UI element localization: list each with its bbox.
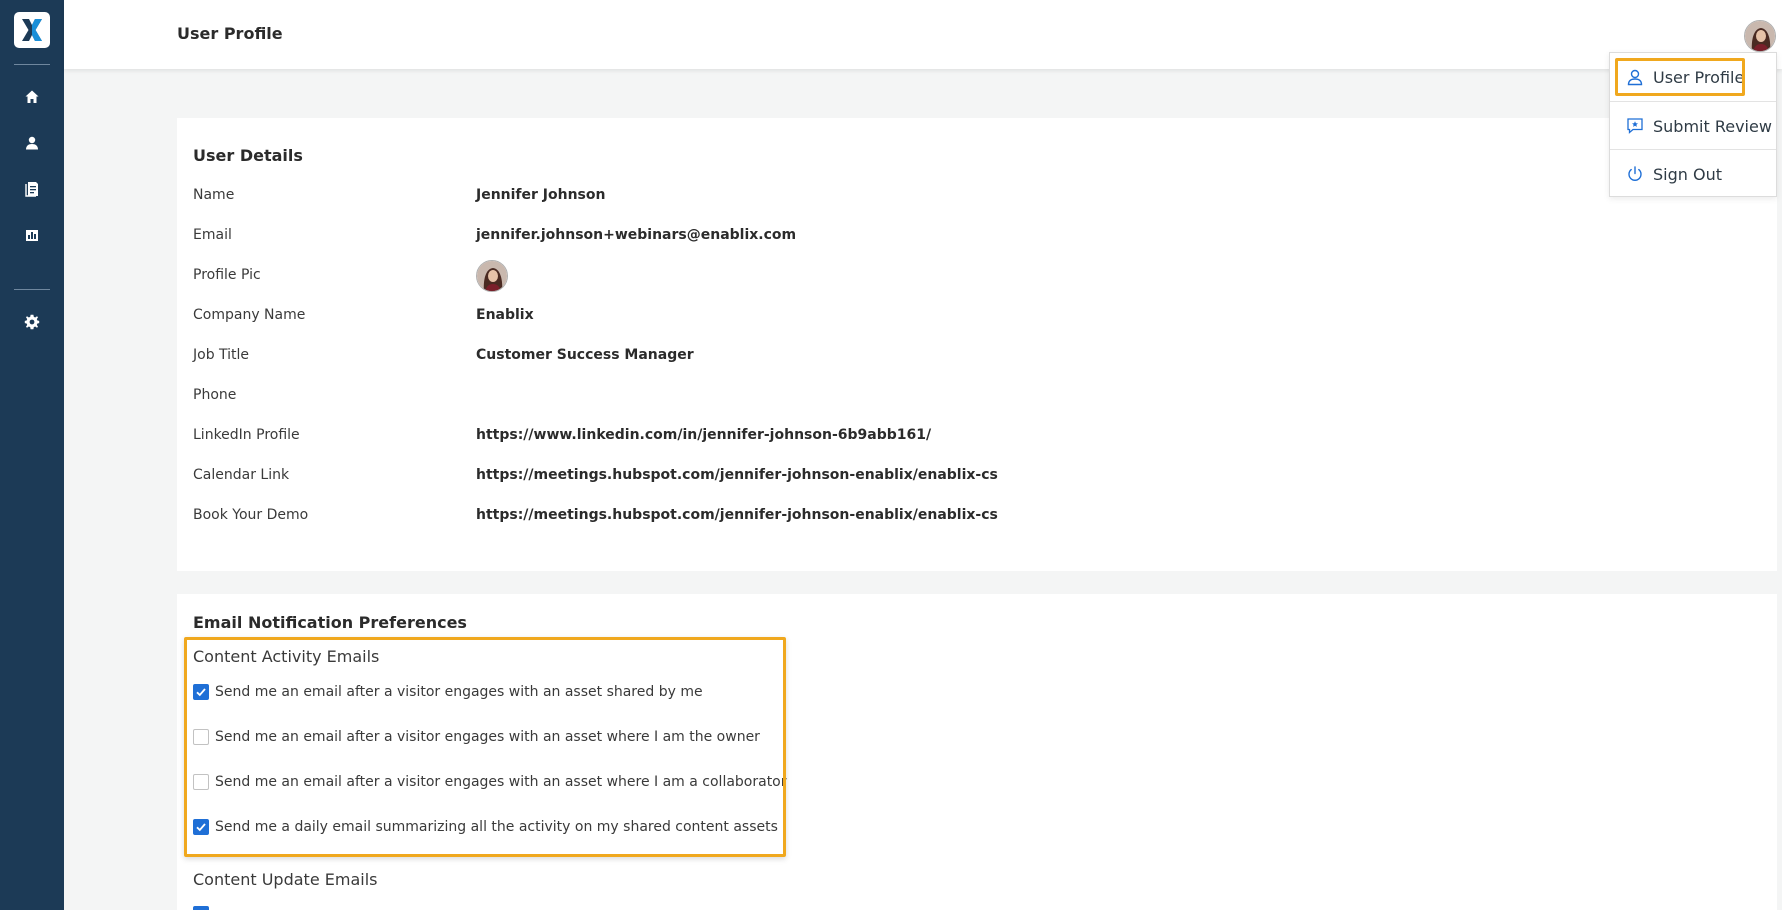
menu-item-sign-out[interactable]: Sign Out: [1610, 150, 1776, 198]
pref-collaborator: Send me an email after a visitor engages…: [193, 774, 787, 790]
email-preferences-title: Email Notification Preferences: [193, 613, 467, 632]
user-avatar-button[interactable]: [1744, 20, 1776, 52]
check-icon: [196, 823, 206, 832]
job-title-label: Job Title: [193, 347, 250, 363]
pref-label: Send me a daily email summarizing all th…: [215, 819, 778, 835]
nav-users[interactable]: [20, 133, 44, 157]
user-details-title: User Details: [193, 146, 303, 165]
checkbox-unchecked[interactable]: [193, 729, 209, 745]
linkedin-profile-link[interactable]: https://www.linkedin.com/in/jennifer-joh…: [476, 427, 931, 443]
content-activity-emails-title: Content Activity Emails: [193, 647, 380, 666]
nav-content[interactable]: [20, 179, 44, 203]
book-demo-link[interactable]: https://meetings.hubspot.com/jennifer-jo…: [476, 507, 998, 523]
pref-label: Send me an email after a visitor engages…: [215, 729, 760, 745]
pref-daily-summary: Send me a daily email summarizing all th…: [193, 819, 778, 835]
pref-label: Send me an email after a visitor engages…: [215, 684, 703, 700]
phone-label: Phone: [193, 387, 237, 403]
menu-item-user-profile[interactable]: User Profile: [1610, 53, 1776, 101]
checkbox-unchecked[interactable]: [193, 774, 209, 790]
pref-owner: Send me an email after a visitor engages…: [193, 729, 760, 745]
home-icon: [24, 89, 40, 109]
nav-analytics[interactable]: [20, 225, 44, 249]
menu-item-label: Sign Out: [1653, 164, 1722, 184]
name-value: Jennifer Johnson: [476, 187, 606, 203]
calendar-link-label: Calendar Link: [193, 467, 290, 483]
sidebar-divider: [14, 64, 50, 65]
linkedin-profile-label: LinkedIn Profile: [193, 427, 300, 443]
user-details-card: User Details Name Jennifer Johnson Email…: [177, 118, 1777, 571]
user-menu-dropdown: User Profile Submit Review Sign Out: [1609, 52, 1777, 197]
nav-settings[interactable]: [20, 312, 44, 336]
menu-item-label: User Profile: [1653, 67, 1745, 87]
profile-pic-image: [476, 260, 508, 292]
book-demo-label: Book Your Demo: [193, 507, 309, 523]
checkbox-checked[interactable]: [193, 819, 209, 835]
name-label: Name: [193, 187, 235, 203]
checkbox-checked[interactable]: [193, 684, 209, 700]
gear-icon: [24, 314, 40, 334]
email-preferences-card: Email Notification Preferences Content A…: [177, 594, 1777, 910]
nav-home[interactable]: [20, 87, 44, 111]
menu-item-label: Submit Review: [1653, 116, 1772, 136]
profile-pic-label: Profile Pic: [193, 267, 261, 283]
company-name-label: Company Name: [193, 307, 306, 323]
content-update-emails-title: Content Update Emails: [193, 870, 378, 889]
document-icon: [24, 181, 40, 201]
pref-shared-by-me: Send me an email after a visitor engages…: [193, 684, 703, 700]
checkbox-checked[interactable]: [193, 906, 209, 910]
power-icon: [1625, 164, 1645, 184]
check-icon: [196, 688, 206, 697]
email-label: Email: [193, 227, 232, 243]
sidebar: [0, 0, 64, 910]
bar-chart-icon: [24, 227, 40, 247]
calendar-link[interactable]: https://meetings.hubspot.com/jennifer-jo…: [476, 467, 998, 483]
app-logo[interactable]: [14, 12, 50, 48]
menu-item-submit-review[interactable]: Submit Review: [1610, 102, 1776, 150]
review-star-icon: [1625, 116, 1645, 136]
top-header: User Profile: [64, 0, 1782, 69]
pref-label: Send me an email after a visitor engages…: [215, 774, 787, 790]
email-value: jennifer.johnson+webinars@enablix.com: [476, 227, 797, 243]
job-title-value: Customer Success Manager: [476, 347, 694, 363]
sidebar-divider: [14, 289, 50, 290]
company-name-value: Enablix: [476, 307, 534, 323]
user-icon: [24, 135, 40, 155]
user-outline-icon: [1625, 67, 1645, 87]
page-title: User Profile: [177, 24, 283, 43]
